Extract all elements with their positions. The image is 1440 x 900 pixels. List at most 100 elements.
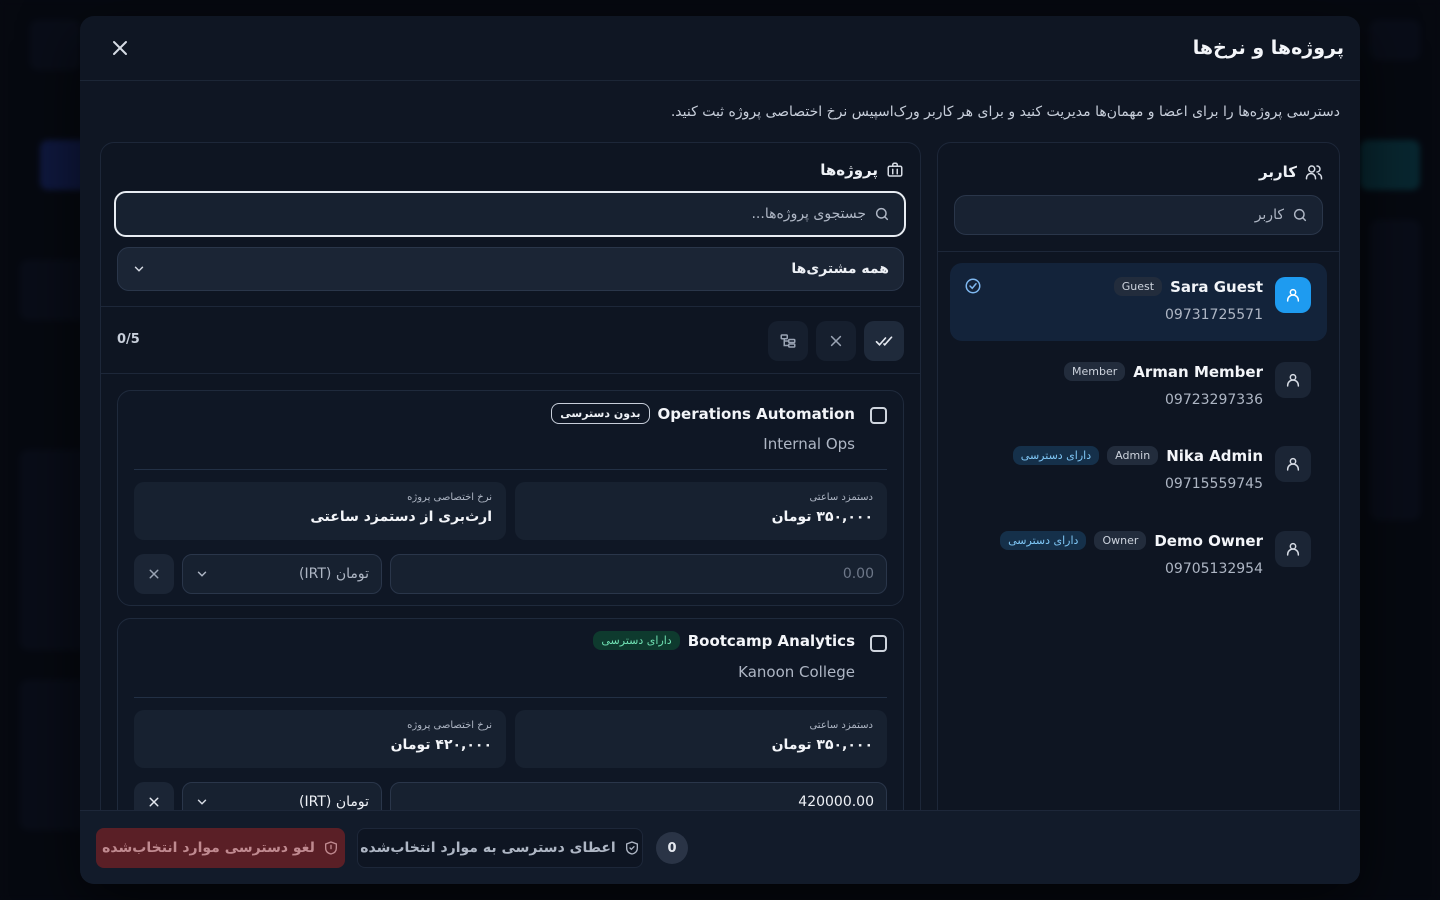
custom-rate-label: نرخ اختصاصی پروژه: [407, 720, 492, 731]
rate-input-box[interactable]: [390, 554, 887, 594]
user-name-row: Demo Owner Owner دارای دسترسی: [1000, 531, 1263, 550]
user-item-arman-member[interactable]: Arman Member Member 09723297336: [950, 348, 1327, 426]
user-panel-divider: [938, 251, 1339, 252]
chevron-down-icon: [197, 799, 207, 805]
projects-rates-modal: پروژه‌ها و نرخ‌ها دسترسی پروژه‌ها را برا…: [80, 16, 1360, 884]
custom-rate-box: نرخ اختصاصی پروژه ارث‌بری از دستمزد ساعت…: [134, 482, 506, 540]
hourly-rate-value: ۳۵۰,۰۰۰ تومان: [771, 509, 873, 525]
hourly-rate-box: دستمزد ساعتی ۳۵۰,۰۰۰ تومان: [515, 710, 887, 768]
access-badge: دارای دسترسی: [1000, 531, 1087, 550]
user-name: Demo Owner: [1154, 531, 1263, 550]
revoke-access-button[interactable]: لغو دسترسی موارد انتخاب‌شده: [96, 828, 345, 868]
user-panel: کاربر Sara Guest Guest 09731725571: [937, 142, 1340, 862]
search-icon: [875, 207, 889, 221]
user-panel-title: کاربر: [1259, 163, 1297, 181]
user-panel-heading: کاربر: [1259, 163, 1323, 181]
hourly-rate-box: دستمزد ساعتی ۳۵۰,۰۰۰ تومان: [515, 482, 887, 540]
rate-input[interactable]: [403, 566, 874, 582]
user-name-row: Arman Member Member: [1064, 362, 1263, 381]
access-badge: دارای دسترسی: [1012, 446, 1100, 465]
selection-counter: 0/5: [117, 332, 140, 347]
project-title: Bootcamp Analytics: [687, 631, 855, 650]
custom-rate-value: ارث‌بری از دستمزد ساعتی: [310, 509, 492, 525]
client-filter-value: همه مشتری‌ها: [791, 261, 889, 277]
project-checkbox[interactable]: [870, 407, 887, 424]
chevron-down-icon: [134, 266, 144, 272]
selected-count-badge: 0: [656, 832, 688, 864]
select-all-button[interactable]: [864, 321, 904, 361]
user-item-sara-guest[interactable]: Sara Guest Guest 09731725571: [950, 263, 1327, 341]
user-phone: 09723297336: [1165, 392, 1263, 408]
user-search-input[interactable]: [969, 207, 1284, 223]
hourly-rate-label: دستمزد ساعتی: [809, 720, 873, 731]
user-item-nika-admin[interactable]: Nika Admin Admin دارای دسترسی 0971555974…: [950, 432, 1327, 510]
clear-selection-button[interactable]: [816, 321, 856, 361]
list-tree-icon: [780, 334, 796, 348]
hourly-rate-label: دستمزد ساعتی: [809, 492, 873, 503]
user-name: Arman Member: [1133, 362, 1263, 381]
user-name: Nika Admin: [1166, 446, 1263, 465]
search-icon: [1293, 208, 1307, 222]
project-search-input[interactable]: [130, 206, 866, 222]
close-icon: [149, 797, 159, 807]
projects-panel-title: پروژه‌ها: [820, 161, 878, 179]
user-phone: 09705132954: [1165, 561, 1263, 577]
user-name: Sara Guest: [1170, 277, 1263, 296]
rate-input[interactable]: [403, 794, 874, 810]
grant-access-button[interactable]: اعطای دسترسی به موارد انتخاب‌شده: [357, 828, 643, 868]
user-name-row: Sara Guest Guest: [1113, 277, 1263, 296]
project-list[interactable]: Operations Automation بدون دسترسی Intern…: [101, 374, 920, 861]
card-divider: [134, 697, 887, 698]
access-status-badge: دارای دسترسی: [593, 631, 680, 650]
currency-value: تومان (IRT): [299, 566, 369, 582]
project-client: Kanoon College: [738, 663, 855, 681]
project-title-row: Operations Automation بدون دسترسی: [551, 403, 855, 424]
currency-value: تومان (IRT): [299, 794, 369, 810]
custom-rate-box: نرخ اختصاصی پروژه ۴۲۰,۰۰۰ تومان: [134, 710, 506, 768]
shield-check-icon: [625, 841, 638, 855]
access-status-badge: بدون دسترسی: [551, 403, 650, 424]
custom-rate-value: ۴۲۰,۰۰۰ تومان: [390, 737, 492, 753]
project-title-row: Bootcamp Analytics دارای دسترسی: [593, 631, 855, 650]
project-search-box[interactable]: [114, 191, 906, 237]
projects-panel-heading: پروژه‌ها: [820, 161, 904, 179]
invert-selection-button[interactable]: [768, 321, 808, 361]
modal-header: پروژه‌ها و نرخ‌ها: [80, 16, 1360, 81]
users-icon: [1305, 165, 1323, 180]
modal-title: پروژه‌ها و نرخ‌ها: [1192, 37, 1344, 59]
project-checkbox[interactable]: [870, 635, 887, 652]
project-card-bootcamp-analytics: Bootcamp Analytics دارای دسترسی Kanoon C…: [117, 618, 904, 834]
revoke-access-label: لغو دسترسی موارد انتخاب‌شده: [102, 840, 315, 856]
role-badge: Owner: [1094, 531, 1147, 550]
projects-panel: پروژه‌ها همه مشتری‌ها 0/5 Operatio: [100, 142, 921, 862]
project-card-operations-automation: Operations Automation بدون دسترسی Intern…: [117, 390, 904, 606]
toolbar-divider: [101, 306, 920, 307]
double-check-icon: [875, 336, 893, 346]
client-filter-select[interactable]: همه مشتری‌ها: [117, 247, 904, 291]
user-name-row: Nika Admin Admin دارای دسترسی: [1012, 446, 1263, 465]
project-title: Operations Automation: [657, 404, 855, 423]
shield-icon: [324, 841, 337, 855]
close-icon: [830, 335, 842, 347]
hourly-rate-value: ۳۵۰,۰۰۰ تومان: [771, 737, 873, 753]
briefcase-icon: [887, 162, 903, 177]
modal-description: دسترسی پروژه‌ها را برای اعضا و مهمان‌ها …: [670, 104, 1340, 120]
user-item-demo-owner[interactable]: Demo Owner Owner دارای دسترسی 0970513295…: [950, 517, 1327, 595]
role-badge: Member: [1064, 362, 1126, 381]
user-phone: 09715559745: [1165, 476, 1263, 492]
user-icon: [1286, 542, 1300, 556]
role-badge: Admin: [1107, 446, 1159, 465]
selected-check-icon: [964, 277, 982, 295]
chevron-down-icon: [197, 571, 207, 577]
close-button[interactable]: [104, 32, 136, 64]
user-search-box[interactable]: [954, 195, 1323, 235]
user-icon: [1286, 457, 1300, 471]
user-phone: 09731725571: [1165, 307, 1263, 323]
avatar: [1275, 531, 1311, 567]
currency-select[interactable]: تومان (IRT): [182, 554, 382, 594]
close-icon: [113, 41, 127, 55]
modal-footer: 0 اعطای دسترسی به موارد انتخاب‌شده لغو د…: [80, 810, 1360, 884]
card-divider: [134, 469, 887, 470]
clear-rate-button[interactable]: [134, 554, 174, 594]
avatar: [1275, 446, 1311, 482]
